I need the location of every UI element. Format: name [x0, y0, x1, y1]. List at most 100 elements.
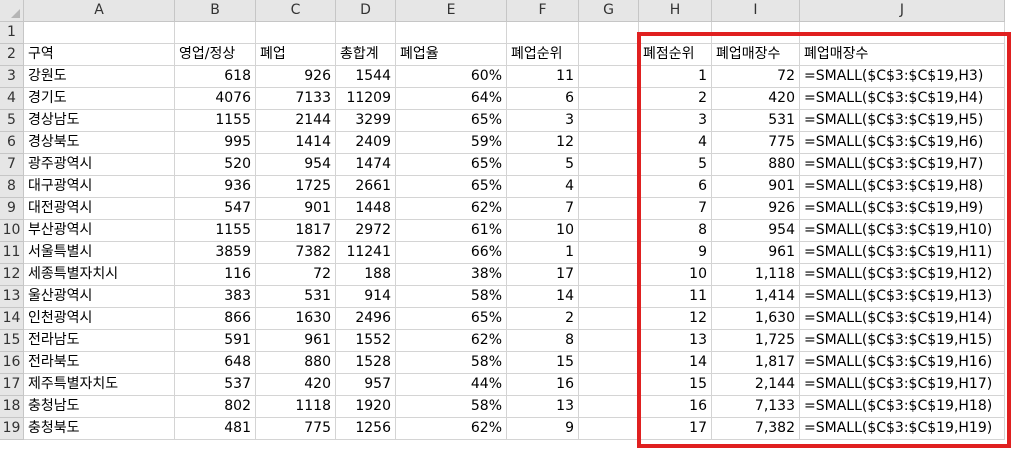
cell-f[interactable]: 12 [507, 132, 579, 154]
cell-d[interactable]: 총합계 [336, 44, 396, 66]
cell-c[interactable]: 775 [256, 418, 336, 440]
cell-a[interactable]: 제주특별자치도 [24, 374, 175, 396]
cell-d[interactable]: 1528 [336, 352, 396, 374]
cell-h[interactable]: 8 [639, 220, 712, 242]
cell-h[interactable]: 16 [639, 396, 712, 418]
cell-b[interactable]: 1155 [175, 110, 256, 132]
cell-i[interactable]: 1,630 [712, 308, 800, 330]
cell-e[interactable] [396, 22, 507, 44]
cell-b[interactable]: 936 [175, 176, 256, 198]
cell-h[interactable] [639, 22, 712, 44]
row-header[interactable]: 2 [0, 44, 24, 66]
cell-c[interactable]: 901 [256, 198, 336, 220]
cell-c[interactable]: 1630 [256, 308, 336, 330]
row-header[interactable]: 12 [0, 264, 24, 286]
cell-e[interactable]: 59% [396, 132, 507, 154]
cell-g[interactable] [579, 66, 639, 88]
column-header-g[interactable]: G [579, 0, 639, 22]
cell-a[interactable]: 충청북도 [24, 418, 175, 440]
cell-e[interactable]: 66% [396, 242, 507, 264]
cell-c[interactable]: 폐업 [256, 44, 336, 66]
cell-h[interactable]: 12 [639, 308, 712, 330]
cell-b[interactable]: 618 [175, 66, 256, 88]
cell-h[interactable]: 10 [639, 264, 712, 286]
cell-a[interactable]: 부산광역시 [24, 220, 175, 242]
cell-g[interactable] [579, 220, 639, 242]
cell-f[interactable]: 5 [507, 154, 579, 176]
cell-g[interactable] [579, 132, 639, 154]
cell-d[interactable]: 1448 [336, 198, 396, 220]
cell-e[interactable]: 38% [396, 264, 507, 286]
cell-e[interactable]: 65% [396, 110, 507, 132]
cell-d[interactable]: 1544 [336, 66, 396, 88]
cell-g[interactable] [579, 22, 639, 44]
cell-a[interactable]: 울산광역시 [24, 286, 175, 308]
cell-e[interactable]: 44% [396, 374, 507, 396]
cell-h[interactable]: 11 [639, 286, 712, 308]
cell-c[interactable] [256, 22, 336, 44]
cell-h[interactable]: 6 [639, 176, 712, 198]
column-header-b[interactable]: B [175, 0, 256, 22]
cell-h[interactable]: 4 [639, 132, 712, 154]
cell-a[interactable]: 구역 [24, 44, 175, 66]
row-header[interactable]: 13 [0, 286, 24, 308]
cell-b[interactable]: 1155 [175, 220, 256, 242]
cell-h[interactable]: 13 [639, 330, 712, 352]
cell-j[interactable]: =SMALL($C$3:$C$19,H7) [800, 154, 1005, 176]
cell-j[interactable]: =SMALL($C$3:$C$19,H4) [800, 88, 1005, 110]
cell-c[interactable]: 1414 [256, 132, 336, 154]
cell-j[interactable] [800, 22, 1005, 44]
cell-j[interactable]: =SMALL($C$3:$C$19,H5) [800, 110, 1005, 132]
cell-c[interactable]: 531 [256, 286, 336, 308]
cell-c[interactable]: 1725 [256, 176, 336, 198]
cell-d[interactable]: 914 [336, 286, 396, 308]
row-header[interactable]: 14 [0, 308, 24, 330]
cell-i[interactable]: 2,144 [712, 374, 800, 396]
cell-j[interactable]: =SMALL($C$3:$C$19,H3) [800, 66, 1005, 88]
cell-i[interactable]: 1,118 [712, 264, 800, 286]
column-header-a[interactable]: A [24, 0, 175, 22]
cell-j[interactable]: =SMALL($C$3:$C$19,H14) [800, 308, 1005, 330]
cell-f[interactable]: 6 [507, 88, 579, 110]
row-header[interactable]: 3 [0, 66, 24, 88]
cell-d[interactable]: 11241 [336, 242, 396, 264]
cell-d[interactable]: 1920 [336, 396, 396, 418]
row-header[interactable]: 11 [0, 242, 24, 264]
cell-h[interactable]: 7 [639, 198, 712, 220]
cell-j[interactable]: =SMALL($C$3:$C$19,H17) [800, 374, 1005, 396]
cell-a[interactable]: 서울특별시 [24, 242, 175, 264]
column-header-h[interactable]: H [639, 0, 712, 22]
cell-f[interactable]: 3 [507, 110, 579, 132]
cell-a[interactable] [24, 22, 175, 44]
cell-d[interactable]: 2409 [336, 132, 396, 154]
cell-b[interactable]: 995 [175, 132, 256, 154]
cell-e[interactable]: 60% [396, 66, 507, 88]
cell-g[interactable] [579, 264, 639, 286]
cell-b[interactable]: 866 [175, 308, 256, 330]
cell-c[interactable]: 1118 [256, 396, 336, 418]
cell-e[interactable]: 62% [396, 330, 507, 352]
cell-c[interactable]: 2144 [256, 110, 336, 132]
cell-i[interactable]: 531 [712, 110, 800, 132]
cell-g[interactable] [579, 374, 639, 396]
row-header[interactable]: 1 [0, 22, 24, 44]
cell-e[interactable]: 폐업율 [396, 44, 507, 66]
cell-a[interactable]: 경기도 [24, 88, 175, 110]
cell-f[interactable]: 4 [507, 176, 579, 198]
cell-j[interactable]: =SMALL($C$3:$C$19,H10) [800, 220, 1005, 242]
cell-g[interactable] [579, 396, 639, 418]
row-header[interactable]: 10 [0, 220, 24, 242]
cell-f[interactable]: 7 [507, 198, 579, 220]
cell-i[interactable]: 폐업매장수 [712, 44, 800, 66]
cell-i[interactable]: 7,133 [712, 396, 800, 418]
cell-f[interactable]: 2 [507, 308, 579, 330]
cell-d[interactable]: 957 [336, 374, 396, 396]
cell-b[interactable] [175, 22, 256, 44]
cell-b[interactable]: 520 [175, 154, 256, 176]
cell-d[interactable]: 1474 [336, 154, 396, 176]
cell-d[interactable]: 1256 [336, 418, 396, 440]
cell-j[interactable]: 폐업매장수 [800, 44, 1005, 66]
cell-f[interactable]: 10 [507, 220, 579, 242]
cell-e[interactable]: 61% [396, 220, 507, 242]
cell-i[interactable]: 1,725 [712, 330, 800, 352]
